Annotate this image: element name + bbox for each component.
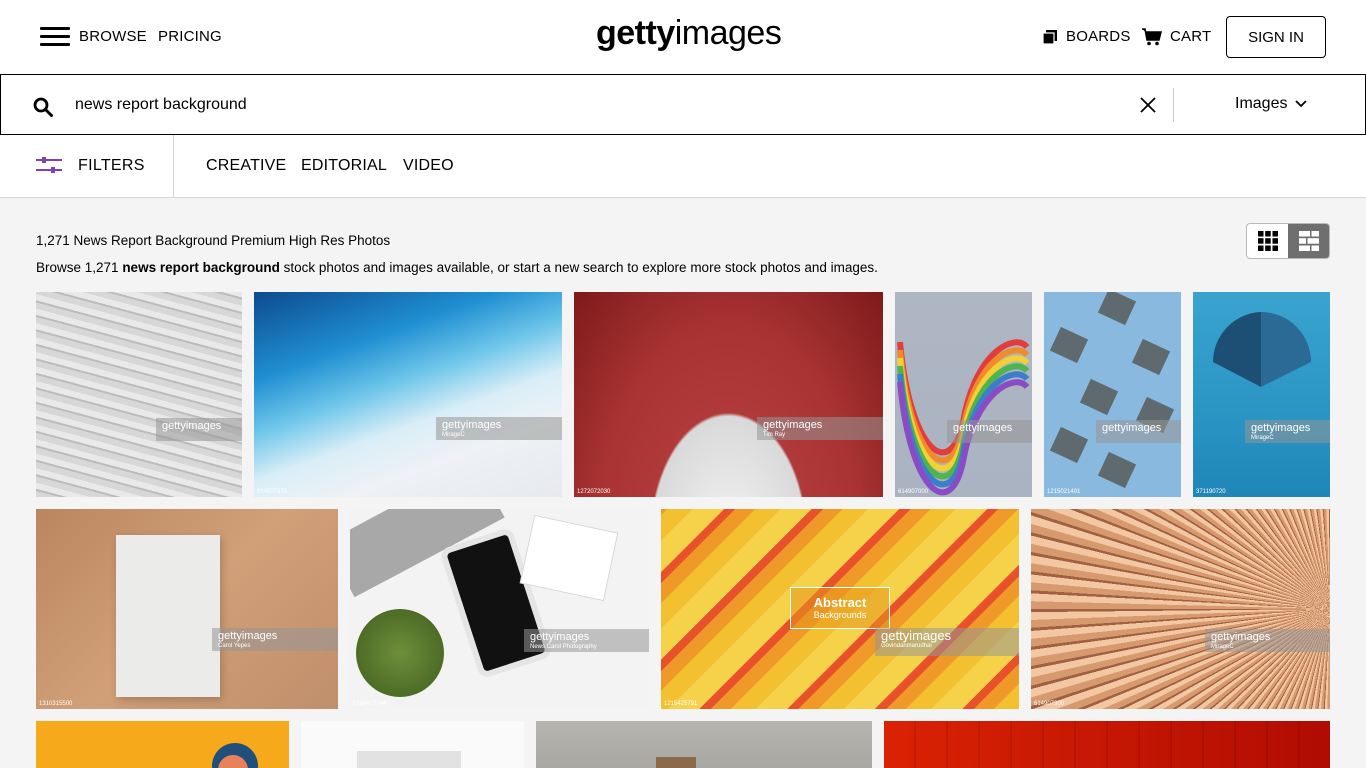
watermark: gettyimages Carol Yepes — [212, 628, 338, 651]
image-thumbnail[interactable] — [36, 721, 289, 768]
getty-images-logo[interactable]: gettyimages — [596, 14, 782, 53]
image-id: 1215021401 — [1047, 489, 1081, 495]
paper-fan-graphic — [1213, 312, 1311, 387]
results-title: 1,271 News Report Background Premium Hig… — [36, 233, 391, 248]
image-thumbnail[interactable]: gettyimages 1215021401 — [1044, 292, 1181, 497]
tab-editorial[interactable]: EDITORIAL — [301, 157, 387, 175]
image-thumbnail[interactable] — [301, 721, 524, 768]
filter-bar: FILTERS CREATIVE EDITORIAL VIDEO — [0, 135, 1366, 198]
watermark: gettyimages MirageC — [1245, 420, 1330, 443]
watermark: gettyimages MirageC — [436, 417, 562, 440]
search-icon[interactable] — [33, 97, 53, 117]
watermark-credit: MirageC — [1211, 644, 1234, 650]
search-input[interactable] — [75, 89, 1115, 121]
image-thumbnail[interactable] — [884, 721, 1330, 768]
object-shape — [656, 757, 696, 768]
watermark: gettyimages MirageC — [1205, 629, 1330, 652]
grid-view-button[interactable] — [1247, 224, 1288, 258]
filters-button[interactable]: FILTERS — [0, 135, 174, 197]
image-thumbnail[interactable]: gettyimages — [36, 292, 242, 497]
boards-link[interactable]: BOARDS — [1066, 28, 1131, 45]
plant-shape — [356, 609, 444, 697]
search-divider — [1173, 88, 1174, 122]
image-id: 614907372 — [257, 489, 288, 495]
watermark: gettyimages — [947, 420, 1032, 443]
close-icon[interactable] — [1139, 96, 1157, 114]
notepad-shape — [519, 514, 619, 602]
watermark: gettyimages — [156, 418, 242, 441]
mosaic-view-button[interactable] — [1288, 224, 1329, 258]
watermark-credit: MirageC — [442, 432, 465, 438]
results-description: Browse 1,271 news report background stoc… — [36, 260, 878, 275]
mosaic-icon — [1298, 231, 1319, 251]
watermark: gettyimages Govindanmarudhai — [875, 628, 1019, 656]
cart-link[interactable]: CART — [1170, 28, 1211, 45]
watermark: gettyimages — [1096, 420, 1181, 443]
paper-shape — [357, 751, 461, 768]
abstract-label-box: Abstract Backgrounds — [790, 587, 890, 629]
abstract-subtitle: Backgrounds — [813, 610, 867, 620]
menu-icon[interactable] — [40, 27, 70, 47]
view-toggle — [1246, 223, 1330, 259]
image-thumbnail[interactable]: gettyimages MirageC 614907372 — [254, 292, 562, 497]
tab-creative[interactable]: CREATIVE — [206, 157, 286, 175]
watermark: gettyimages News Carol Photography — [524, 629, 649, 652]
media-type-label: Images — [1235, 95, 1288, 112]
watermark-text: gettyimages — [162, 420, 222, 432]
watermark-credit: MirageC — [1251, 435, 1274, 441]
grid-icon — [1257, 231, 1278, 251]
image-id: 614907300 — [1034, 701, 1065, 707]
image-id: 1215425791 — [664, 701, 698, 707]
image-thumbnail[interactable]: gettyimages News Carol Photography 126842… — [350, 509, 649, 709]
image-id: 1272072030 — [577, 489, 611, 495]
watermark-credit: News Carol Photography — [530, 644, 597, 650]
chevron-down-icon — [1295, 100, 1308, 108]
image-id: 371190720 — [1196, 489, 1226, 495]
pricing-link[interactable]: PRICING — [158, 28, 222, 45]
browse-link[interactable]: BROWSE — [79, 28, 147, 45]
notebook-pattern-graphic — [1049, 292, 1175, 489]
rainbow-wave-graphic — [897, 339, 1030, 496]
watermark-credit: Tim Ray — [763, 432, 786, 438]
image-thumbnail[interactable]: gettyimages Tim Ray 1272072030 — [574, 292, 883, 497]
logo-thin-text: images — [674, 14, 782, 52]
results-desc-prefix: Browse 1,271 — [36, 260, 123, 275]
filters-label: FILTERS — [78, 157, 145, 174]
results-desc-suffix: stock photos and images available, or st… — [279, 260, 878, 275]
results-desc-query: news report background — [122, 260, 280, 275]
image-id: 614907000 — [898, 489, 929, 495]
search-bar: Images — [0, 74, 1366, 135]
image-thumbnail[interactable]: gettyimages MirageC 614907300 — [1031, 509, 1330, 709]
paper-sheet — [116, 535, 220, 697]
watermark-text: gettyimages — [953, 422, 1013, 434]
media-type-select[interactable]: Images — [1235, 95, 1308, 113]
boards-icon[interactable] — [1043, 30, 1057, 44]
image-id: 1268427744 — [353, 701, 387, 707]
watermark-credit: Carol Yepes — [218, 643, 251, 649]
image-thumbnail[interactable]: gettyimages Carol Yepes 1310315500 — [36, 509, 338, 709]
image-id: 1310315500 — [39, 701, 73, 707]
abstract-title: Abstract — [813, 595, 867, 610]
watermark: gettyimages Tim Ray — [757, 417, 883, 440]
sign-in-button[interactable]: SIGN IN — [1226, 16, 1326, 58]
image-thumbnail[interactable]: gettyimages MirageC 371190720 — [1193, 292, 1330, 497]
image-thumbnail[interactable] — [536, 721, 872, 768]
image-thumbnail[interactable]: gettyimages 614907000 — [895, 292, 1032, 497]
logo-bold-text: getty — [596, 14, 675, 52]
filter-sliders-icon — [36, 157, 62, 173]
top-navigation-bar: BROWSE PRICING gettyimages BOARDS CART S… — [0, 0, 1366, 74]
watermark-text: gettyimages — [1102, 422, 1162, 434]
tab-video[interactable]: VIDEO — [403, 157, 454, 175]
image-thumbnail[interactable]: Abstract Backgrounds gettyimages Govindan… — [661, 509, 1019, 709]
cart-icon[interactable] — [1142, 28, 1162, 46]
